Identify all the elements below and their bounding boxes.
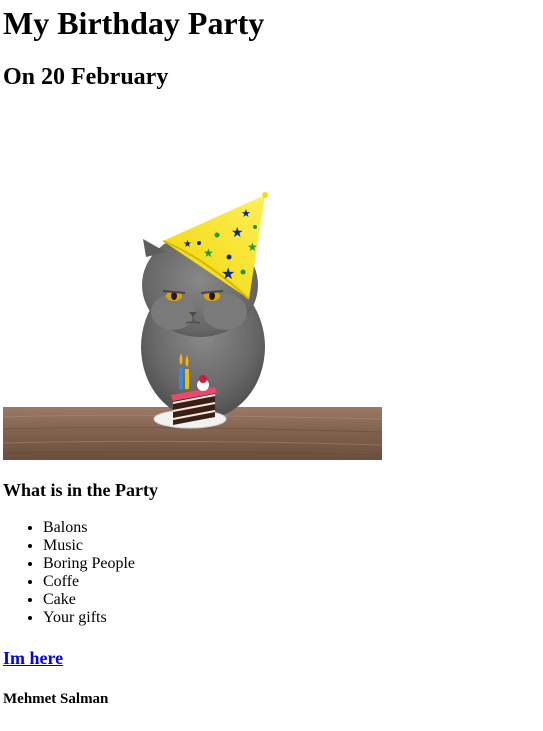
list-item: Boring People [43, 555, 135, 573]
im-here-link[interactable]: Im here [3, 648, 63, 668]
svg-text:★: ★ [231, 225, 244, 241]
svg-text:★: ★ [247, 240, 258, 254]
svg-text:★: ★ [203, 246, 214, 260]
svg-text:★: ★ [183, 239, 192, 250]
birthday-cat-image: ★ ★ ★ ★ ★ ★ [3, 107, 382, 460]
page-subtitle: On 20 February [3, 64, 169, 90]
list-item: Music [43, 537, 135, 555]
author-name: Mehmet Salman [3, 691, 109, 707]
svg-text:★: ★ [221, 264, 235, 283]
list-item: Your gifts [43, 609, 135, 627]
party-items-list: Balons Music Boring People Coffe Cake Yo… [3, 519, 135, 627]
link-container: Im here [3, 647, 63, 669]
list-item: Coffe [43, 573, 135, 591]
page-title: My Birthday Party [3, 5, 265, 41]
section-title: What is in the Party [3, 480, 158, 500]
list-item: Cake [43, 591, 135, 609]
svg-text:★: ★ [241, 207, 251, 220]
list-item: Balons [43, 519, 135, 537]
